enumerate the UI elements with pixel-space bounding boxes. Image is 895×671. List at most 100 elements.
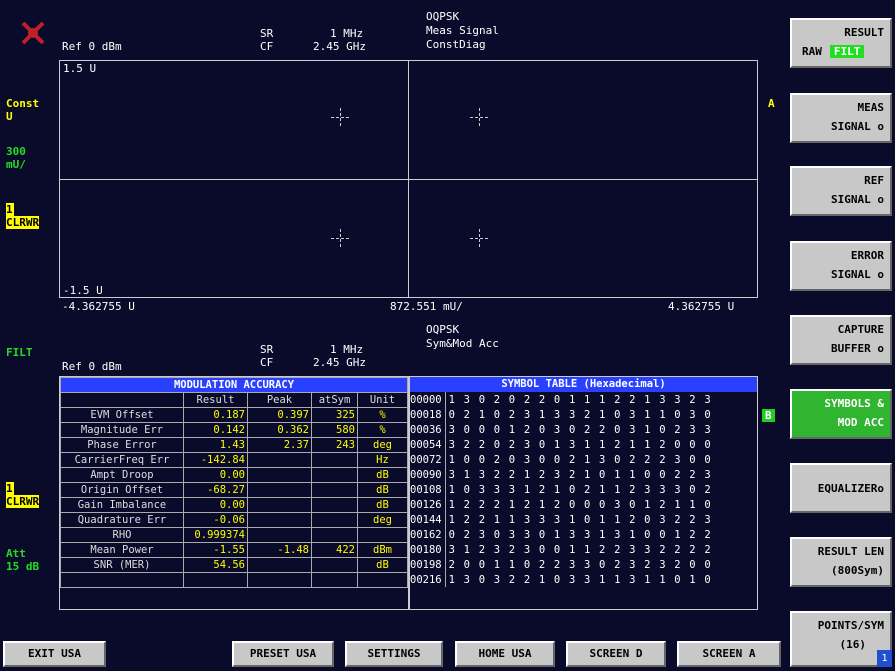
softkey-label: RESULT LEN [817, 545, 884, 558]
mod-acc-cell: 0.00 [183, 497, 248, 513]
softkey-label: MOD ACC [837, 416, 884, 429]
symbol-values: 1 0 0 2 0 3 0 0 2 1 3 0 2 2 2 3 0 0 [448, 453, 712, 466]
mod-acc-cell [183, 572, 248, 588]
mod-acc-cell: Phase Error [60, 437, 184, 453]
mod-acc-cell: % [357, 407, 408, 423]
mod-acc-row: Gain Imbalance 0.00 dB [60, 497, 408, 513]
constellation-point [470, 108, 490, 128]
mod-acc-cell: 0.397 [247, 407, 312, 423]
mod-acc-cell [247, 497, 312, 513]
constellation-diagram: 1.5 U -1.5 U [59, 60, 758, 298]
bottom-sr-value: 1 MHz [330, 343, 364, 356]
symbol-row: 00216 1 3 0 3 2 2 1 0 3 3 1 1 3 1 1 0 1 0 [410, 572, 712, 587]
mod-acc-cell [311, 527, 358, 543]
softkey-label: ERROR [850, 249, 884, 262]
mod-acc-cell [311, 497, 358, 513]
softkey-label: SYMBOLS & [824, 397, 884, 410]
symbol-index: 00072 [410, 452, 446, 467]
preset-usa-button[interactable]: PRESET USA [232, 641, 334, 667]
mod-acc-cell: Gain Imbalance [60, 497, 184, 513]
mod-acc-cell: dB [357, 467, 408, 483]
symbol-index: 00054 [410, 437, 446, 452]
top-cf-value: 2.45 GHz [313, 40, 366, 53]
softkey-label: EQUALIZERo [817, 482, 884, 495]
mod-acc-cell: dBm [357, 542, 408, 558]
error-signal-softkey[interactable]: ERROR SIGNAL o [790, 241, 892, 291]
mod-acc-cell: CarrierFreq Err [60, 452, 184, 468]
mod-acc-cell: 243 [311, 437, 358, 453]
symbols-mod-acc-softkey[interactable]: SYMBOLS & MOD ACC [790, 389, 892, 439]
mod-acc-row: EVM Offset 0.187 0.397 325% [60, 407, 408, 423]
mod-acc-cell [247, 527, 312, 543]
bottom-cf-label: CF [260, 356, 274, 369]
symbol-row: 00108 1 0 3 3 3 1 2 1 0 2 1 1 2 3 3 3 0 2 [410, 482, 712, 497]
exit-usa-button[interactable]: EXIT USA [3, 641, 106, 667]
symbol-row: 00198 2 0 0 1 1 0 2 2 3 3 0 2 3 2 3 2 0 0 [410, 557, 712, 572]
screen-a-button[interactable]: SCREEN A [677, 641, 781, 667]
mod-acc-cell: dB [357, 482, 408, 498]
symbol-row: 00144 1 2 2 1 1 3 3 3 1 0 1 1 2 0 3 2 2 3 [410, 512, 712, 527]
mod-acc-cell [311, 572, 358, 588]
scale-unit: mU/ [6, 158, 26, 171]
trace-a-label: A [768, 97, 775, 110]
softkey-label: (16) [839, 638, 867, 651]
mod-acc-cell: -1.48 [247, 542, 312, 558]
mod-acc-cell: 0.362 [247, 422, 312, 438]
symbol-index: 00090 [410, 467, 446, 482]
filt-label: FILT [6, 346, 33, 359]
settings-button[interactable]: SETTINGS [345, 641, 443, 667]
bottom-cf-value: 2.45 GHz [313, 356, 366, 369]
top-modulation: OQPSK [426, 10, 460, 23]
mod-acc-cell: deg [357, 437, 408, 453]
mod-acc-row: Quadrature Err -0.06 deg [60, 512, 408, 528]
mod-acc-cell [247, 467, 312, 483]
result-raw-filt-softkey[interactable]: RESULT RAW FILT [790, 18, 892, 68]
mod-acc-cell: dB [357, 497, 408, 513]
mod-acc-table: MODULATION ACCURACY Result Peak atSym Un… [60, 377, 408, 588]
raw-option: RAW [802, 45, 822, 58]
meas-signal-softkey[interactable]: MEAS SIGNAL o [790, 93, 892, 143]
symbol-values: 1 3 0 2 0 2 2 0 1 1 1 2 2 1 3 3 2 3 [448, 393, 712, 406]
mod-acc-cell: -142.84 [183, 452, 248, 468]
symbol-values: 1 2 2 1 1 3 3 3 1 0 1 1 2 0 3 2 2 3 [448, 513, 712, 526]
symbol-values: 2 0 0 1 1 0 2 2 3 3 0 2 3 2 3 2 0 0 [448, 558, 712, 571]
mod-acc-cell [247, 452, 312, 468]
softkey-options: RAW FILT [798, 42, 884, 61]
symbol-index: 00108 [410, 482, 446, 497]
equalizer-softkey[interactable]: EQUALIZERo [790, 463, 892, 513]
mod-acc-cell: 580 [311, 422, 358, 438]
symbol-values: 0 2 1 0 2 3 1 3 3 2 1 0 3 1 1 0 3 0 [448, 408, 712, 421]
col-header: Unit [357, 392, 408, 408]
mod-acc-cell: 422 [311, 542, 358, 558]
mod-acc-cell: Ampt Droop [60, 467, 184, 483]
bottom-sr-label: SR [260, 343, 274, 356]
symbol-values: 1 3 0 3 2 2 1 0 3 3 1 1 3 1 1 0 1 0 [448, 573, 712, 586]
mod-acc-cell: 54.56 [183, 557, 248, 573]
ref-signal-softkey[interactable]: REF SIGNAL o [790, 166, 892, 216]
y-bottom-label: -1.5 U [63, 284, 103, 297]
symbol-table-panel: SYMBOL TABLE (Hexadecimal) 00000 1 3 0 2 … [409, 376, 758, 610]
screen-d-button[interactable]: SCREEN D [566, 641, 666, 667]
bottom-meas: Sym&Mod Acc [426, 337, 499, 350]
top-meas: Meas Signal [426, 24, 499, 37]
mod-acc-cell [357, 527, 408, 543]
mod-acc-cell [311, 557, 358, 573]
symbol-index: 00162 [410, 527, 446, 542]
symbol-row: 00072 1 0 0 2 0 3 0 0 2 1 3 0 2 2 2 3 0 0 [410, 452, 712, 467]
result-len-softkey[interactable]: RESULT LEN (800Sym) [790, 537, 892, 587]
home-usa-button[interactable]: HOME USA [455, 641, 555, 667]
mod-acc-row: SNR (MER) 54.56 dB [60, 557, 408, 573]
symbol-row: 00018 0 2 1 0 2 3 1 3 3 2 1 0 3 1 1 0 3 0 [410, 407, 712, 422]
symbol-row: 00162 0 2 3 0 3 3 0 1 3 3 1 3 1 0 0 1 2 2 [410, 527, 712, 542]
col-header: Result [183, 392, 248, 408]
softkey-label: BUFFER o [831, 342, 884, 355]
symbol-row: 00180 3 1 2 3 2 3 0 0 1 1 2 2 3 3 2 2 2 2 [410, 542, 712, 557]
capture-buffer-softkey[interactable]: CAPTURE BUFFER o [790, 315, 892, 365]
symbol-row: 00036 3 0 0 0 1 2 0 3 0 2 2 0 3 1 0 2 3 3 [410, 422, 712, 437]
symbol-table-title: SYMBOL TABLE (Hexadecimal) [410, 377, 757, 392]
mod-acc-cell: deg [357, 512, 408, 528]
mod-acc-row: Mean Power -1.55 -1.48 422 dBm [60, 542, 408, 558]
mod-acc-cell: 325 [311, 407, 358, 423]
softkey-label: CAPTURE [837, 323, 884, 336]
trace2-mode: CLRWR [6, 495, 40, 508]
